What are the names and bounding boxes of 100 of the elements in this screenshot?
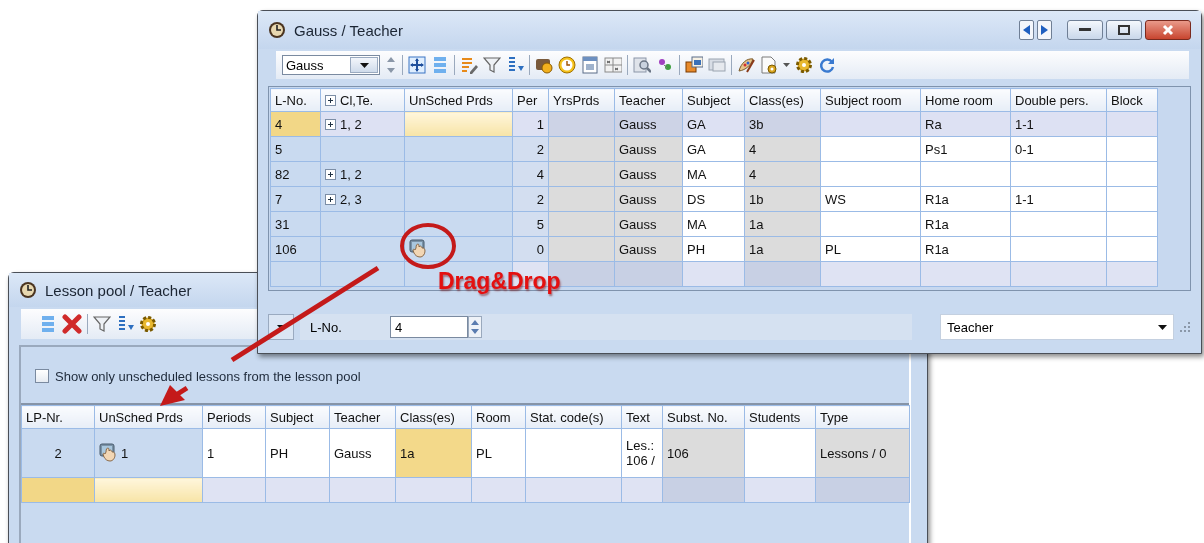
column-header[interactable]: Text — [621, 405, 663, 429]
spinner-icon[interactable] — [468, 316, 482, 338]
column-header[interactable]: Room — [471, 405, 526, 429]
cell-text: 1, 2 — [340, 116, 362, 132]
sort-icon[interactable] — [116, 315, 134, 333]
table-cell: 2 — [21, 428, 95, 478]
column-header[interactable]: Subject room — [820, 88, 921, 112]
column-header[interactable]: Subst. No. — [662, 405, 745, 429]
table-cell: 1a — [395, 428, 472, 478]
table-cell: 5 — [270, 136, 321, 162]
move-icon[interactable] — [408, 56, 426, 74]
column-header[interactable]: Periods — [202, 405, 266, 429]
clock-icon — [268, 21, 286, 39]
box-icon[interactable] — [535, 56, 553, 74]
column-header[interactable]: Subject — [682, 88, 745, 112]
calendar-icon[interactable] — [581, 56, 599, 74]
table-cell: R1a — [920, 211, 1011, 237]
table-cell: Les.: 106 / — [621, 428, 663, 478]
table-cell: Lessons / 0 — [815, 428, 910, 478]
view-select[interactable]: Teacher — [940, 314, 1174, 340]
refresh-icon[interactable] — [818, 56, 836, 74]
maximize-button[interactable] — [1106, 20, 1142, 40]
spinner-icon[interactable] — [385, 55, 397, 75]
table-cell: 31 — [270, 211, 321, 237]
resize-grip-icon[interactable] — [1180, 322, 1190, 332]
caret-icon[interactable] — [359, 62, 369, 68]
close-icon[interactable] — [1162, 24, 1174, 36]
table-cell: Ps1 — [920, 136, 1011, 162]
caret-icon[interactable] — [783, 63, 790, 67]
search-icon[interactable] — [633, 56, 651, 74]
table-cell: PH — [265, 428, 330, 478]
column-header[interactable]: Teacher — [329, 405, 396, 429]
minimize-icon[interactable] — [1079, 28, 1091, 32]
select-value: Teacher — [947, 319, 994, 335]
sort-icon[interactable] — [506, 56, 524, 74]
table-cell: R1a — [920, 186, 1011, 212]
column-header[interactable]: Students — [744, 405, 816, 429]
column-header[interactable]: LP-Nr. — [21, 405, 95, 429]
cell-text: 2, 3 — [340, 191, 362, 207]
settings-icon[interactable] — [795, 56, 813, 74]
close-button[interactable] — [1145, 20, 1191, 40]
windows-icon[interactable] — [685, 56, 703, 74]
expand-icon[interactable] — [325, 94, 336, 106]
column-header[interactable]: YrsPrds — [548, 88, 615, 112]
lesson-number-field[interactable]: 4 — [390, 316, 468, 338]
minimize-button[interactable] — [1067, 20, 1103, 40]
column-header[interactable]: Type — [815, 405, 910, 429]
document-gear-icon[interactable] — [760, 56, 778, 74]
checkbox[interactable] — [35, 369, 49, 383]
filter-icon[interactable] — [483, 56, 501, 74]
clock-icon[interactable] — [558, 56, 576, 74]
expand-icon[interactable] — [325, 168, 336, 180]
settings-icon[interactable] — [139, 315, 157, 333]
palette-icon[interactable] — [737, 56, 755, 74]
field-label: L-No. — [310, 319, 343, 335]
column-header[interactable]: Stat. code(s) — [525, 405, 622, 429]
column-header[interactable]: UnSched Prds — [94, 405, 203, 429]
table-cell: Ra — [920, 111, 1011, 137]
column-header[interactable]: Home room — [920, 88, 1011, 112]
right-triangle-icon[interactable] — [1041, 25, 1048, 35]
column-header[interactable]: UnSched Prds — [404, 88, 513, 112]
select-value: Gauss — [286, 57, 324, 73]
table-cell: R1a — [920, 236, 1011, 262]
delete-icon[interactable] — [62, 314, 82, 334]
column-header[interactable]: Per — [512, 88, 549, 112]
clock-icon — [19, 281, 37, 299]
table-cell: 106 — [662, 428, 745, 478]
cell-text: 1 — [121, 445, 129, 461]
previous-button[interactable] — [1019, 20, 1034, 40]
table-cell: 106 — [270, 236, 321, 262]
filter-icon[interactable] — [93, 315, 111, 333]
expand-icon[interactable] — [325, 193, 336, 205]
column-header[interactable]: Subject — [265, 405, 330, 429]
window-title: Lesson pool / Teacher — [45, 281, 192, 299]
name-dropdown[interactable]: Gauss — [282, 55, 380, 75]
column-header[interactable]: L-No. — [270, 88, 321, 112]
column-header[interactable]: Class(es) — [395, 405, 472, 429]
maximize-icon[interactable] — [1118, 25, 1130, 35]
table-icon[interactable] — [604, 56, 622, 74]
table-cell: 1-1 — [1010, 111, 1107, 137]
column-header[interactable]: Teacher — [614, 88, 683, 112]
table-cell: 4 — [270, 111, 321, 137]
expand-icon[interactable] — [325, 118, 336, 130]
column-header[interactable]: Class(es) — [744, 88, 821, 112]
table-cell: PL — [820, 236, 921, 262]
hand-icon[interactable] — [99, 443, 117, 463]
column-header[interactable]: Double pers. — [1010, 88, 1107, 112]
table-cell: 0-1 — [1010, 136, 1107, 162]
left-triangle-icon[interactable] — [1023, 25, 1030, 35]
hand-icon[interactable] — [409, 239, 427, 259]
next-button[interactable] — [1037, 20, 1052, 40]
table-cell: PL — [471, 428, 526, 478]
column-header[interactable]: Block — [1106, 88, 1158, 112]
table-cell: WS — [820, 186, 921, 212]
window-title: Gauss / Teacher — [294, 21, 403, 39]
table-cell: Gauss — [329, 428, 396, 478]
caret-icon[interactable] — [1158, 324, 1167, 330]
checkbox-label[interactable]: Show only unscheduled lessons from the lesson pool — [55, 368, 361, 384]
table-cell: 7 — [270, 186, 321, 212]
edit-list-icon[interactable] — [460, 56, 478, 74]
